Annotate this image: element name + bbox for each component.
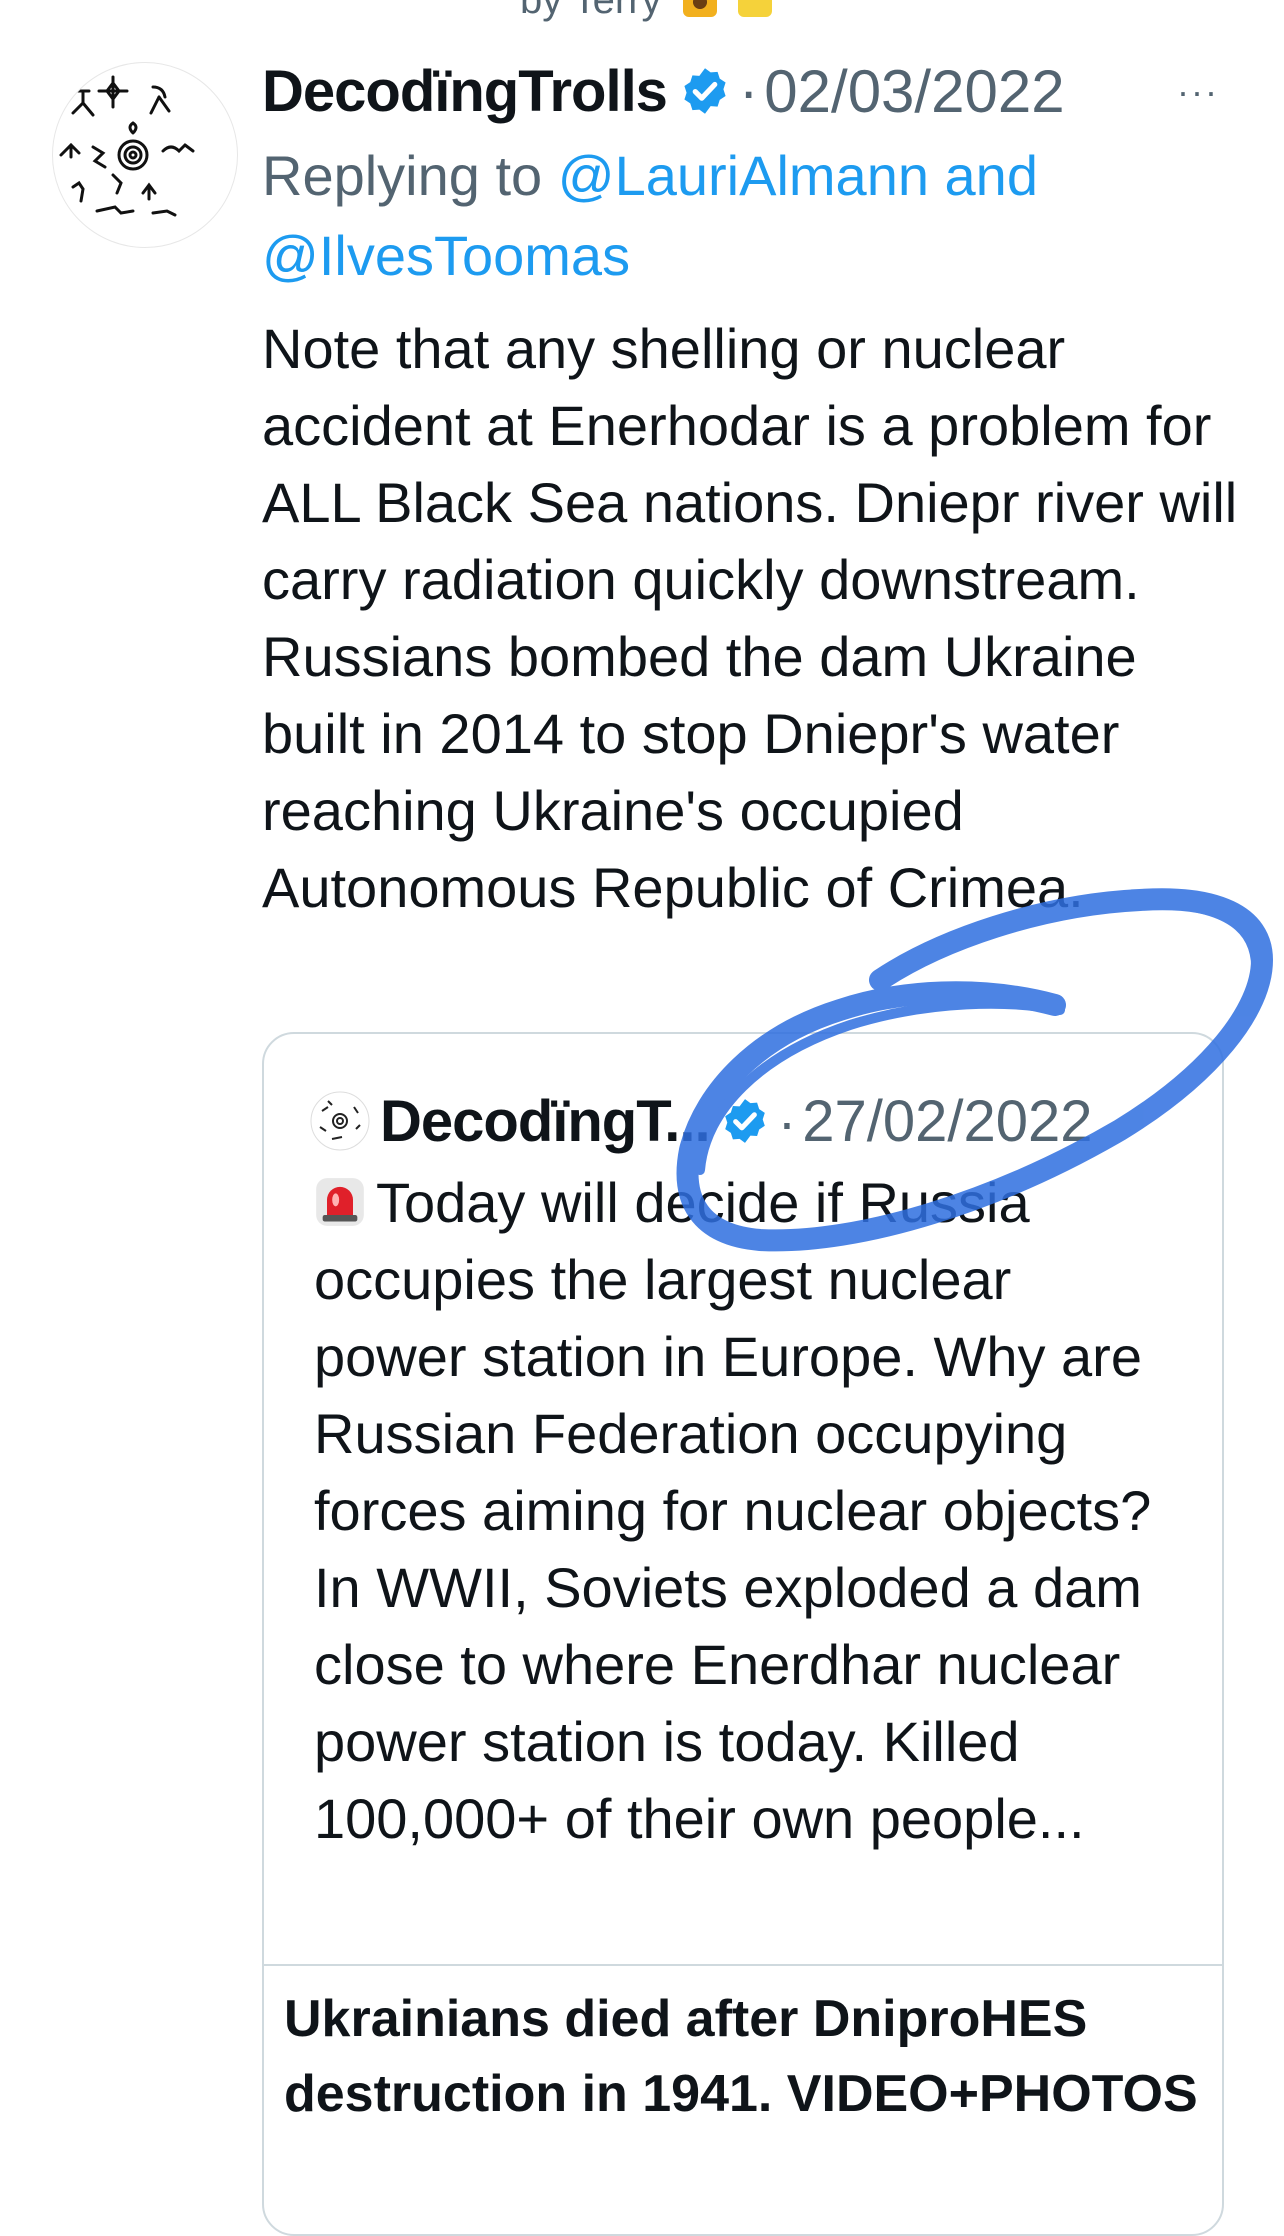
- quoted-tweet-card[interactable]: DecodïngT... · 27/02/2022 Today will dec…: [262, 1032, 1224, 2236]
- top-strip-text: by Terry: [520, 0, 662, 22]
- quote-author-avatar: [310, 1091, 370, 1151]
- header-separator: ·: [738, 58, 759, 124]
- quote-text: Today will decide if Russia occupies the…: [314, 1171, 1152, 1850]
- tweet-header: DecodïngTrolls · 02/03/2022: [262, 56, 1222, 126]
- tweet-text: Note that any shelling or nuclear accide…: [262, 317, 1238, 919]
- reply-handle-ilves[interactable]: @IlvesToomas: [262, 224, 630, 287]
- link-card-divider: [264, 1964, 1222, 1966]
- petroglyph-avatar-icon: [310, 1091, 370, 1151]
- verified-badge-icon: [684, 68, 726, 114]
- petroglyph-avatar-icon: [59, 75, 195, 217]
- quote-author-name: DecodïngT...: [380, 1088, 711, 1154]
- quote-separator: ·: [777, 1089, 797, 1153]
- author-avatar[interactable]: [52, 62, 238, 248]
- replying-prefix: Replying to: [262, 144, 558, 207]
- quote-text-block: Today will decide if Russia occupies the…: [314, 1164, 1174, 1857]
- tweet-date[interactable]: 02/03/2022: [764, 57, 1064, 126]
- police-siren-icon: [316, 1178, 364, 1226]
- verified-badge-icon: [724, 1099, 765, 1143]
- flag-icon: [737, 0, 772, 18]
- quote-date: 27/02/2022: [802, 1088, 1093, 1154]
- quote-header: DecodïngT... · 27/02/2022: [310, 1086, 1093, 1156]
- author-name[interactable]: DecodïngTrolls: [262, 58, 668, 125]
- reply-handle-lauri[interactable]: @LauriAlmann and: [558, 144, 1038, 207]
- replying-to: Replying to @LauriAlmann and @IlvesTooma…: [262, 136, 1242, 296]
- link-card-title[interactable]: Ukrainians died after DniproHES destruct…: [284, 1982, 1204, 2132]
- top-strip: by Terry: [520, 0, 772, 23]
- more-options-button[interactable]: ···: [1168, 62, 1228, 122]
- more-options-icon: ···: [1177, 71, 1219, 112]
- sunflower-icon: [682, 0, 717, 18]
